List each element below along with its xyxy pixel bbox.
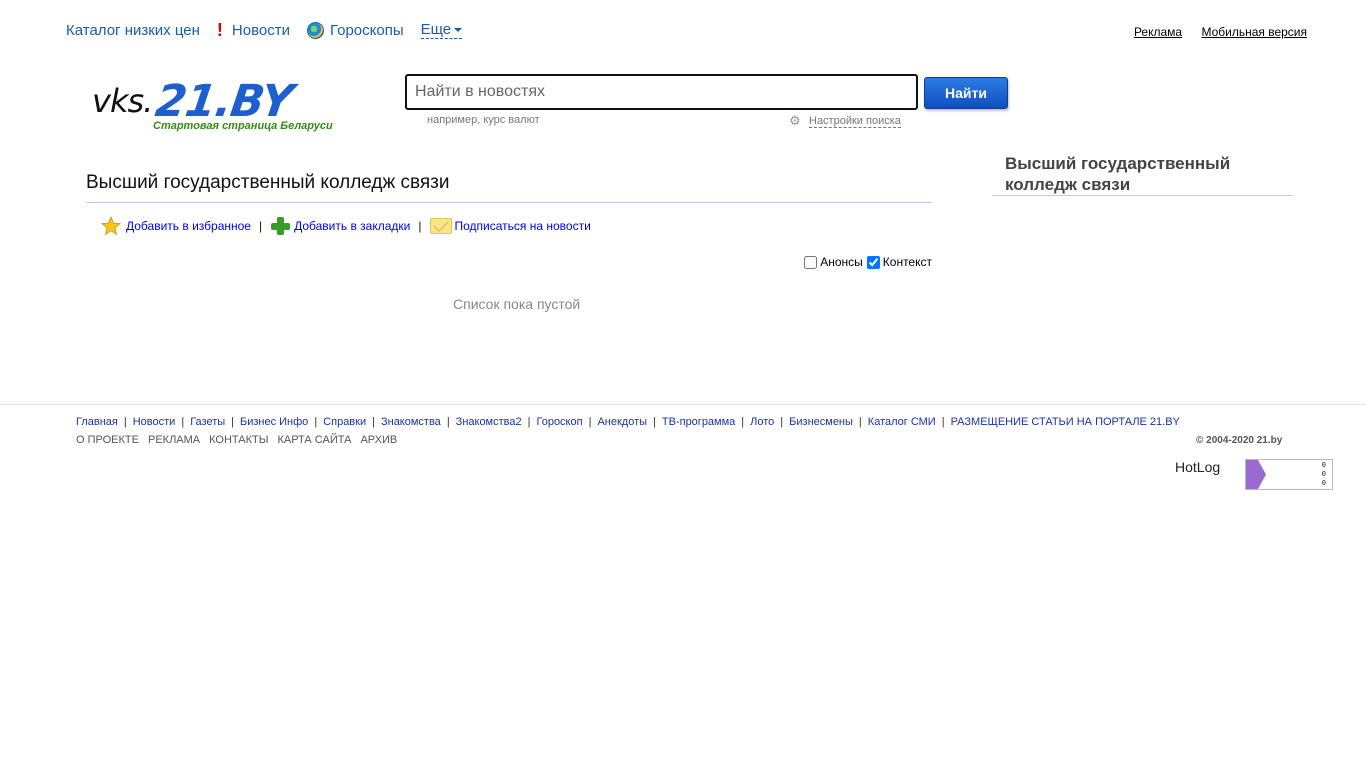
globe-icon: [306, 21, 324, 39]
nav-item-horoscopes[interactable]: Гороскопы: [306, 21, 404, 39]
announcements-checkbox[interactable]: [804, 255, 818, 269]
footer-link[interactable]: Бизнесмены: [789, 416, 853, 428]
footer-link[interactable]: Справки: [323, 416, 366, 428]
page-title: Высший государственный колледж связи: [86, 172, 450, 193]
search-input[interactable]: [405, 74, 918, 110]
footer-link[interactable]: Анекдоты: [597, 416, 647, 428]
footer-separator: |: [527, 416, 531, 428]
counter-value: 0: [1321, 461, 1326, 469]
footer-link[interactable]: Бизнес Инфо: [240, 416, 308, 428]
footer-separator: |: [314, 416, 318, 428]
gear-icon: ⚙: [789, 113, 801, 128]
logo-tagline: Стартовая страница Беларуси: [153, 120, 333, 132]
visitor-counter[interactable]: 000: [1245, 459, 1333, 490]
footer-separator: |: [231, 416, 234, 428]
nav-item-more[interactable]: Еще: [420, 21, 463, 39]
hotlog-badge[interactable]: HotLog: [1175, 459, 1220, 475]
footer-link[interactable]: ТВ-программа: [662, 416, 735, 428]
exclamation-icon: !: [216, 20, 223, 40]
footer-separator: |: [941, 416, 945, 428]
footer-secondary-link[interactable]: АРХИВ: [360, 434, 397, 446]
search-button[interactable]: Найти: [924, 77, 1008, 109]
footer-link[interactable]: Новости: [133, 416, 176, 428]
footer-separator: |: [588, 416, 592, 428]
context-checkbox[interactable]: [866, 255, 880, 269]
nav-item-news[interactable]: ! Новости: [217, 21, 290, 39]
subscribe-news-button[interactable]: Подписаться на новости: [429, 218, 591, 234]
footer-link[interactable]: Знакомства2: [456, 416, 522, 428]
envelope-icon: [429, 218, 452, 234]
footer-separator: |: [858, 416, 862, 428]
footer-separator: |: [446, 416, 450, 428]
nav-item-catalog[interactable]: Каталог низких цен: [66, 22, 200, 39]
sidebar-title: Высший государственный колледж связи: [1005, 154, 1231, 194]
ads-link[interactable]: Реклама: [1134, 25, 1182, 39]
footer-link[interactable]: Каталог СМИ: [868, 416, 936, 428]
empty-list-message: Список пока пустой: [453, 296, 581, 312]
sidebar-divider: [992, 195, 1293, 196]
star-icon: [101, 216, 121, 236]
add-bookmarks-button[interactable]: Добавить в закладки: [270, 216, 410, 236]
filter-announcements[interactable]: Анонсы: [804, 255, 863, 269]
counter-stats: 000: [1322, 461, 1326, 488]
nav-more-dropdown[interactable]: Еще: [420, 21, 463, 39]
nav-news-link[interactable]: Новости: [232, 22, 290, 39]
title-divider: [86, 202, 932, 203]
site-logo[interactable]: vks. 21.BY Стартовая страница Беларуси: [90, 76, 380, 136]
action-bar: Добавить в избранное | Добавить в заклад…: [101, 216, 591, 236]
copyright: © 2004-2020 21.by: [1196, 435, 1283, 446]
search-settings-link[interactable]: ⚙ Настройки поиска: [789, 114, 901, 128]
footer-link[interactable]: Лото: [750, 416, 774, 428]
action-separator: |: [418, 219, 422, 233]
add-favorites-button[interactable]: Добавить в избранное: [101, 216, 251, 236]
subscribe-news-label: Подписаться на новости: [454, 219, 591, 233]
footer-secondary-link[interactable]: КОНТАКТЫ: [209, 434, 268, 446]
footer-separator: |: [181, 416, 185, 428]
nav-more-label: Еще: [420, 21, 452, 38]
add-bookmarks-label: Добавить в закладки: [294, 219, 411, 233]
counter-value: 0: [1321, 479, 1326, 487]
footer-secondary-link[interactable]: КАРТА САЙТА: [277, 434, 351, 446]
search-hint: например, курс валют: [427, 114, 540, 126]
action-separator: |: [258, 219, 263, 233]
filter-context[interactable]: Контекст: [866, 255, 932, 269]
top-links: Реклама Мобильная версия: [1118, 25, 1307, 39]
counter-logo-icon: [1246, 460, 1266, 489]
footer-separator: |: [372, 416, 375, 428]
footer-link[interactable]: Главная: [76, 416, 118, 428]
footer-link[interactable]: Знакомства: [381, 416, 441, 428]
footer-link[interactable]: Гороскоп: [536, 416, 582, 428]
footer-secondary-link[interactable]: О ПРОЕКТЕ: [76, 434, 139, 446]
search-settings-label: Настройки поиска: [809, 114, 901, 128]
nav-horoscopes-link[interactable]: Гороскопы: [330, 22, 404, 39]
counter-value: 0: [1321, 470, 1326, 478]
footer-separator: |: [123, 416, 127, 428]
announcements-label: Анонсы: [820, 255, 863, 269]
list-filters: Анонсы Контекст: [804, 255, 932, 269]
nav-catalog-link[interactable]: Каталог низких цен: [66, 22, 200, 39]
add-favorites-label: Добавить в избранное: [126, 219, 251, 233]
plus-icon: [270, 216, 291, 236]
footer-link[interactable]: РАЗМЕЩЕНИЕ СТАТЬИ НА ПОРТАЛЕ 21.BY: [951, 416, 1180, 428]
caret-down-icon: [454, 27, 463, 32]
context-label: Контекст: [882, 255, 932, 269]
footer-link[interactable]: Газеты: [190, 416, 225, 428]
footer-divider: [0, 404, 1366, 405]
footer-secondary-link[interactable]: РЕКЛАМА: [148, 434, 200, 446]
footer-separator: |: [741, 416, 745, 428]
footer-links: Главная | Новости | Газеты | Бизнес Инфо | Справ…: [76, 416, 1180, 428]
top-nav: Каталог низких цен ! Новости Гороскопы Е…: [66, 21, 479, 39]
footer-separator: |: [653, 416, 656, 428]
logo-prefix: vks.: [92, 82, 153, 120]
mobile-version-link[interactable]: Мобильная версия: [1201, 25, 1307, 39]
footer-separator: |: [780, 416, 784, 428]
footer-secondary-links: О ПРОЕКТЕ РЕКЛАМА КОНТАКТЫ КАРТА САЙТА АРХИВ: [76, 434, 406, 446]
